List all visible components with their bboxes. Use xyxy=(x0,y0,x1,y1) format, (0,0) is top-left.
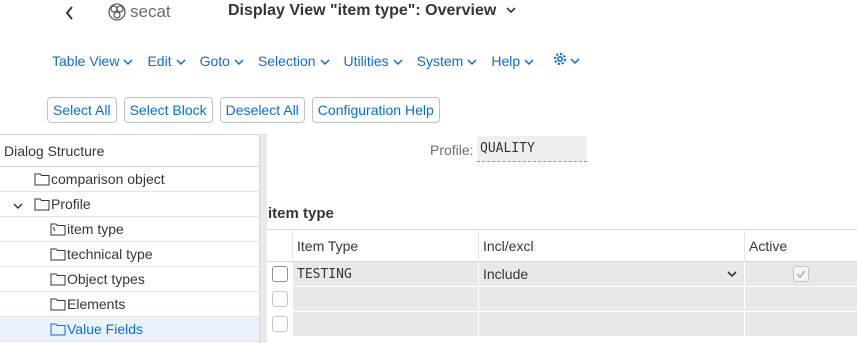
tree-item-label: technical type xyxy=(67,246,153,262)
dialog-structure-panel: Dialog Structure comparison object Profi… xyxy=(0,134,259,343)
tree-item-label: comparison object xyxy=(51,171,165,187)
menu-label: Utilities xyxy=(343,53,389,69)
section-title: item type xyxy=(268,205,334,222)
table-row xyxy=(267,287,857,312)
tree-item-label: Profile xyxy=(51,196,91,212)
row-selector[interactable] xyxy=(267,312,293,336)
back-arrow-icon[interactable] xyxy=(62,2,78,22)
tree-item-label: Value Fields xyxy=(67,321,144,337)
menu-label: Edit xyxy=(147,53,172,69)
active-checkbox[interactable] xyxy=(793,266,809,282)
company-logo: secat xyxy=(105,0,200,24)
tree-item-label: Elements xyxy=(67,296,126,312)
chevron-down-icon xyxy=(393,53,403,69)
menu-label: Selection xyxy=(257,53,316,69)
chevron-down-icon[interactable] xyxy=(12,199,24,215)
row-select-checkbox[interactable] xyxy=(272,291,288,307)
table-row: TESTING Include xyxy=(267,262,857,287)
dialog-structure-header: Dialog Structure xyxy=(0,135,259,167)
tree-item-profile[interactable]: Profile xyxy=(0,192,259,217)
column-header-item-type[interactable]: Item Type xyxy=(293,230,479,261)
tree-item-item-type[interactable]: item type xyxy=(0,217,259,242)
chevron-down-icon xyxy=(524,53,534,69)
title-bar: secat Display View "item type": Overview xyxy=(0,0,857,26)
folder-icon xyxy=(50,297,66,311)
deselect-all-button[interactable]: Deselect All xyxy=(219,97,305,123)
select-block-button[interactable]: Select Block xyxy=(123,97,213,123)
row-select-checkbox[interactable] xyxy=(272,316,288,332)
table-header: Item Type Incl/excl Active xyxy=(267,229,857,262)
menu-utilities[interactable]: Utilities xyxy=(344,53,403,69)
tree-item-object-types[interactable]: Object types xyxy=(0,267,259,292)
column-header-active[interactable]: Active xyxy=(745,230,857,261)
table-row xyxy=(267,312,857,337)
incl-excl-value: Include xyxy=(483,266,529,282)
row-selector[interactable] xyxy=(267,262,293,286)
profile-field: QUALITY xyxy=(477,136,587,162)
incl-excl-select[interactable]: Include xyxy=(479,262,745,286)
active-cell xyxy=(745,312,857,336)
configuration-help-button[interactable]: Configuration Help xyxy=(311,97,440,123)
tree-item-comparison-object[interactable]: comparison object xyxy=(0,167,259,192)
menu-label: Goto xyxy=(199,53,230,69)
profile-label: Profile: xyxy=(430,142,474,158)
settings-menu[interactable] xyxy=(552,51,580,72)
open-folder-icon xyxy=(50,222,66,236)
incl-excl-cell[interactable] xyxy=(479,287,745,311)
active-cell xyxy=(745,287,857,311)
folder-icon xyxy=(34,172,50,186)
tree-item-elements[interactable]: Elements xyxy=(0,292,259,317)
active-cell xyxy=(745,262,857,286)
folder-icon xyxy=(34,197,50,211)
menu-bar: Table View Edit Goto Selection Utilities… xyxy=(52,50,580,72)
menu-selection[interactable]: Selection xyxy=(258,53,330,69)
menu-help[interactable]: Help xyxy=(491,53,534,69)
panel-splitter[interactable] xyxy=(259,134,267,343)
incl-excl-cell[interactable] xyxy=(479,312,745,336)
select-all-button[interactable]: Select All xyxy=(47,97,117,123)
folder-icon xyxy=(50,247,66,261)
tree-item-label: Object types xyxy=(67,271,145,287)
item-type-cell[interactable] xyxy=(293,287,479,311)
chevron-down-icon xyxy=(505,2,517,20)
page-title[interactable]: Display View "item type": Overview xyxy=(228,2,517,20)
column-header-incl-excl[interactable]: Incl/excl xyxy=(479,230,745,261)
menu-goto[interactable]: Goto xyxy=(200,53,244,69)
item-type-cell[interactable]: TESTING xyxy=(293,262,479,286)
menu-table-view[interactable]: Table View xyxy=(52,53,133,69)
row-selector[interactable] xyxy=(267,287,293,311)
chevron-down-icon xyxy=(570,52,580,70)
chevron-down-icon xyxy=(234,53,244,69)
tree-item-label: item type xyxy=(67,221,124,237)
menu-label: Help xyxy=(491,53,521,69)
chevron-down-icon xyxy=(176,53,186,69)
folder-icon xyxy=(50,322,66,336)
row-select-checkbox[interactable] xyxy=(272,266,288,282)
page-title-text: Display View "item type": Overview xyxy=(228,2,497,20)
menu-system[interactable]: System xyxy=(417,53,478,69)
menu-label: System xyxy=(416,53,464,69)
item-type-cell[interactable] xyxy=(293,312,479,336)
menu-edit[interactable]: Edit xyxy=(147,53,186,69)
chevron-down-icon xyxy=(123,53,133,69)
logo-text: secat xyxy=(130,2,171,21)
folder-icon xyxy=(50,272,66,286)
select-column-header xyxy=(267,230,293,261)
chevron-down-icon xyxy=(467,53,477,69)
menu-label: Table View xyxy=(52,53,120,69)
chevron-down-icon[interactable] xyxy=(726,266,738,282)
tree-item-value-fields[interactable]: Value Fields xyxy=(0,317,259,342)
item-type-table: Item Type Incl/excl Active TESTING Inclu… xyxy=(267,229,857,337)
toolbar: Select All Select Block Deselect All Con… xyxy=(47,97,447,123)
chevron-down-icon xyxy=(320,53,330,69)
gear-icon xyxy=(552,51,568,72)
tree-item-technical-type[interactable]: technical type xyxy=(0,242,259,267)
